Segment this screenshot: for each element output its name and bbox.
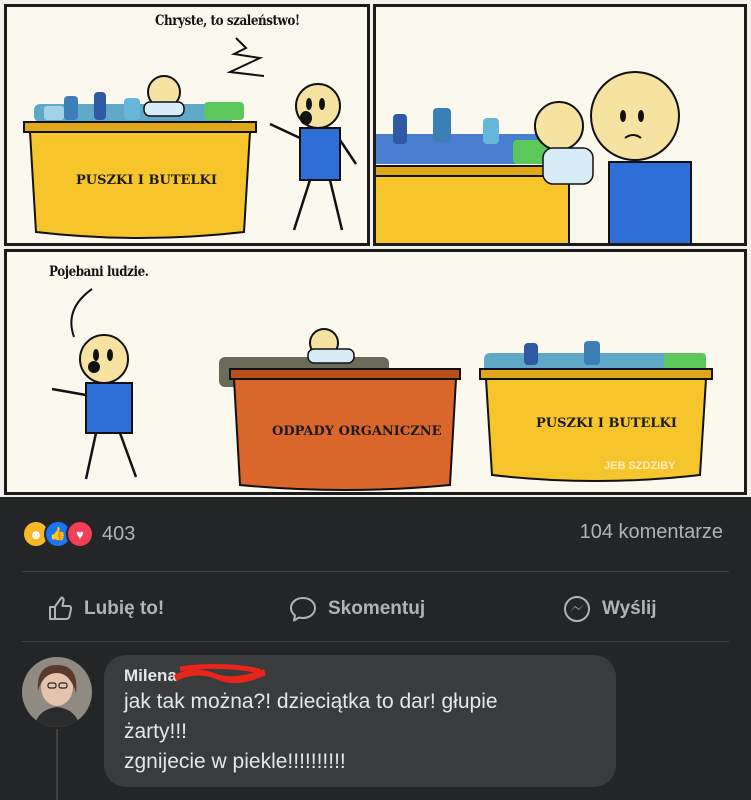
- comments-count-link[interactable]: 104 komentarze: [580, 521, 723, 544]
- divider: [22, 571, 729, 572]
- comment-text-line: jak tak można?! dzieciątka to dar! głupi…: [124, 690, 498, 713]
- like-label: Lubię to!: [84, 598, 165, 619]
- reaction-count: 403: [102, 522, 136, 545]
- thread-line: [56, 729, 58, 800]
- panel-1-drawing: PUSZKI I BUTELKI: [23, 37, 358, 239]
- redaction-mark: [174, 663, 266, 684]
- post-footer: ☻ 👍 ♥ 403 104 komentarze Lubię to! Skome…: [0, 497, 751, 800]
- comment-bubble: Milena jak tak można?! dzieciątka to dar…: [104, 655, 616, 787]
- comic-panel-1: Chryste, to szaleństwo! PUSZKI I BUTELKI: [4, 4, 370, 246]
- comment-text-line: zgnijecie w piekle!!!!!!!!!!: [124, 750, 346, 773]
- avatar[interactable]: [22, 657, 92, 727]
- comment-label: Skomentuj: [328, 598, 426, 619]
- panel-2-drawing: [376, 71, 692, 243]
- thumbs-up-icon: [49, 596, 73, 620]
- send-label: Wyślij: [602, 598, 657, 619]
- messenger-icon: [564, 596, 590, 622]
- avatar-photo: [22, 657, 92, 727]
- comment-text-line: żarty!!!: [124, 720, 188, 743]
- panel-3-drawing: ODPADY ORGANICZNE PUSZKI I BUTELKI JEB S…: [51, 288, 713, 491]
- reactions-summary[interactable]: ☻ 👍 ♥ 403: [22, 519, 135, 549]
- send-button[interactable]: Wyślij: [562, 589, 657, 629]
- watermark: JEB SZDZIBY: [604, 460, 676, 472]
- comment-icon: [290, 597, 316, 622]
- divider: [22, 641, 729, 642]
- post-image[interactable]: Chryste, to szaleństwo! PUSZKI I BUTELKI: [0, 0, 751, 497]
- organic-bin-label: ODPADY ORGANICZNE: [272, 424, 442, 439]
- recycle-bin-label: PUSZKI I BUTELKI: [536, 416, 677, 431]
- comment-button[interactable]: Skomentuj: [288, 589, 425, 629]
- love-icon: ♥: [66, 520, 94, 548]
- comic-panel-2: [373, 4, 747, 246]
- bin-label-1: PUSZKI I BUTELKI: [76, 173, 217, 188]
- comic-panel-3: Pojebani ludzie. ODPADY ORGANICZNE PUSZK…: [4, 249, 747, 495]
- like-button[interactable]: Lubię to!: [46, 589, 164, 629]
